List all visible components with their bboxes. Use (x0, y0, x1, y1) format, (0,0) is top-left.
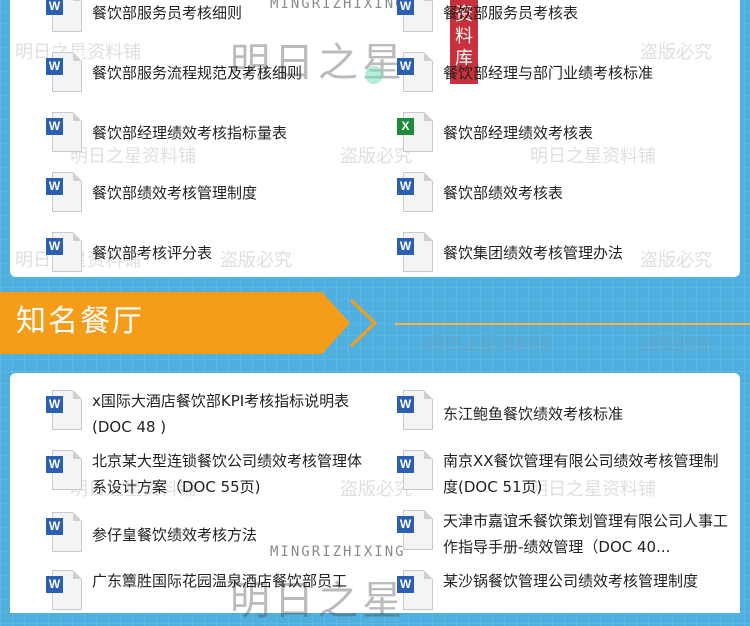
file-name: 天津市嘉谊禾餐饮策划管理有限公司人事工作指导手册-绩效管理（DOC 40... (443, 512, 729, 556)
chevron-right-icon (349, 298, 378, 348)
file-name: 北京某大型连锁餐饮公司绩效考核管理体系设计方案（DOC 55页) (92, 452, 363, 496)
file-name: 餐饮集团绩效考核管理办法 (443, 244, 624, 262)
word-doc-icon: W (397, 230, 433, 274)
file-item[interactable]: W 餐饮部服务流程规范及考核细则 (46, 50, 367, 94)
file-item[interactable]: W x国际大酒店餐饮部KPI考核指标说明表(DOC 48 ) (46, 388, 374, 440)
file-name: 东江鲍鱼餐饮绩效考核标准 (443, 405, 624, 423)
file-item[interactable]: W 餐饮集团绩效考核管理办法 (397, 230, 718, 274)
file-item[interactable]: W 餐饮部绩效考核表 (397, 170, 718, 214)
file-item[interactable]: W 天津市嘉谊禾餐饮策划管理有限公司人事工作指导手册-绩效管理（DOC 40..… (397, 508, 728, 560)
word-doc-icon: W (46, 568, 82, 612)
word-doc-icon: W (397, 448, 433, 492)
file-name: 餐饮部绩效考核表 (443, 184, 564, 202)
file-item[interactable]: W 某沙锅餐饮管理公司绩效考核管理制度 (397, 568, 728, 612)
file-name: 某沙锅餐饮管理公司绩效考核管理制度 (443, 572, 699, 590)
file-item[interactable]: W 餐饮部服务员考核表 (397, 0, 718, 34)
file-name: 餐饮部经理绩效考核指标量表 (92, 124, 288, 142)
word-doc-icon: W (46, 230, 82, 274)
file-item[interactable]: W 东江鲍鱼餐饮绩效考核标准 (397, 388, 718, 432)
file-item[interactable]: W 餐饮部服务员考核细则 (46, 0, 367, 34)
file-item[interactable]: W 餐饮部经理与部门业绩考核标准 (397, 50, 718, 94)
file-item[interactable]: W 参仔皇餐饮绩效考核方法 (46, 510, 367, 554)
word-doc-icon: W (46, 50, 82, 94)
word-doc-icon: W (397, 568, 433, 612)
file-item[interactable]: W 餐饮部考核评分表 (46, 230, 367, 274)
excel-sheet-icon: X (397, 110, 433, 154)
word-doc-icon: W (46, 510, 82, 554)
file-name: x国际大酒店餐饮部KPI考核指标说明表(DOC 48 ) (92, 392, 350, 436)
file-name: 餐饮部服务流程规范及考核细则 (92, 64, 303, 82)
section-banner: 知名餐厅 (0, 292, 390, 354)
file-item[interactable]: W 北京某大型连锁餐饮公司绩效考核管理体系设计方案（DOC 55页) (46, 448, 374, 500)
file-item[interactable]: W 餐饮部绩效考核管理制度 (46, 170, 367, 214)
word-doc-icon: W (397, 388, 433, 432)
file-name: 餐饮部绩效考核管理制度 (92, 184, 258, 202)
word-doc-icon: W (46, 110, 82, 154)
file-item[interactable]: X 餐饮部经理绩效考核表 (397, 110, 718, 154)
file-item[interactable]: W 南京XX餐饮管理有限公司绩效考核管理制度(DOC 51页) (397, 448, 728, 500)
word-doc-icon: W (46, 170, 82, 214)
word-doc-icon: W (397, 508, 433, 552)
file-name: 餐饮部经理绩效考核表 (443, 124, 594, 142)
word-doc-icon: W (46, 448, 82, 492)
file-name: 餐饮部经理与部门业绩考核标准 (443, 64, 654, 82)
file-item[interactable]: W 广东簟胜国际花园温泉酒店餐饮部员工 (46, 568, 374, 612)
file-name: 南京XX餐饮管理有限公司绩效考核管理制度(DOC 51页) (443, 452, 719, 496)
watermark-dot (365, 66, 383, 84)
file-name: 餐饮部考核评分表 (92, 244, 213, 262)
watermark-brand: 明日之星资料铺 (425, 334, 551, 355)
word-doc-icon: W (397, 50, 433, 94)
word-doc-icon: W (46, 0, 82, 34)
file-item[interactable]: W 餐饮部经理绩效考核指标量表 (46, 110, 367, 154)
word-doc-icon: W (397, 0, 433, 34)
file-name: 餐饮部服务员考核表 (443, 4, 579, 22)
word-doc-icon: W (46, 388, 82, 432)
watermark-notice: 盗版必究 (640, 334, 712, 355)
file-name: 广东簟胜国际花园温泉酒店餐饮部员工 (92, 572, 348, 590)
section-divider (395, 323, 750, 325)
section-title: 知名餐厅 (16, 304, 144, 339)
word-doc-icon: W (397, 170, 433, 214)
file-name: 参仔皇餐饮绩效考核方法 (92, 526, 258, 544)
file-name: 餐饮部服务员考核细则 (92, 4, 243, 22)
